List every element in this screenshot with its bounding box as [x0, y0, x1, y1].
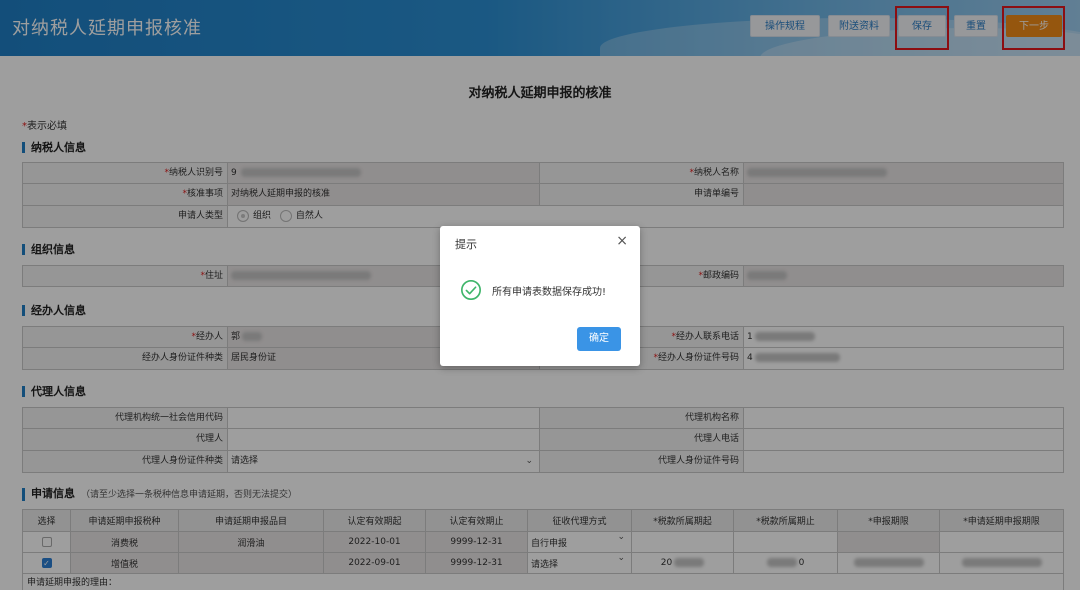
ok-button[interactable]: 确定	[577, 327, 621, 351]
dialog-title: 提示	[455, 238, 477, 251]
success-dialog: 提示 × 所有申请表数据保存成功! 确定	[440, 226, 640, 366]
close-icon[interactable]: ×	[616, 234, 628, 248]
dialog-message: 所有申请表数据保存成功!	[492, 287, 607, 298]
check-circle-icon	[461, 280, 481, 300]
